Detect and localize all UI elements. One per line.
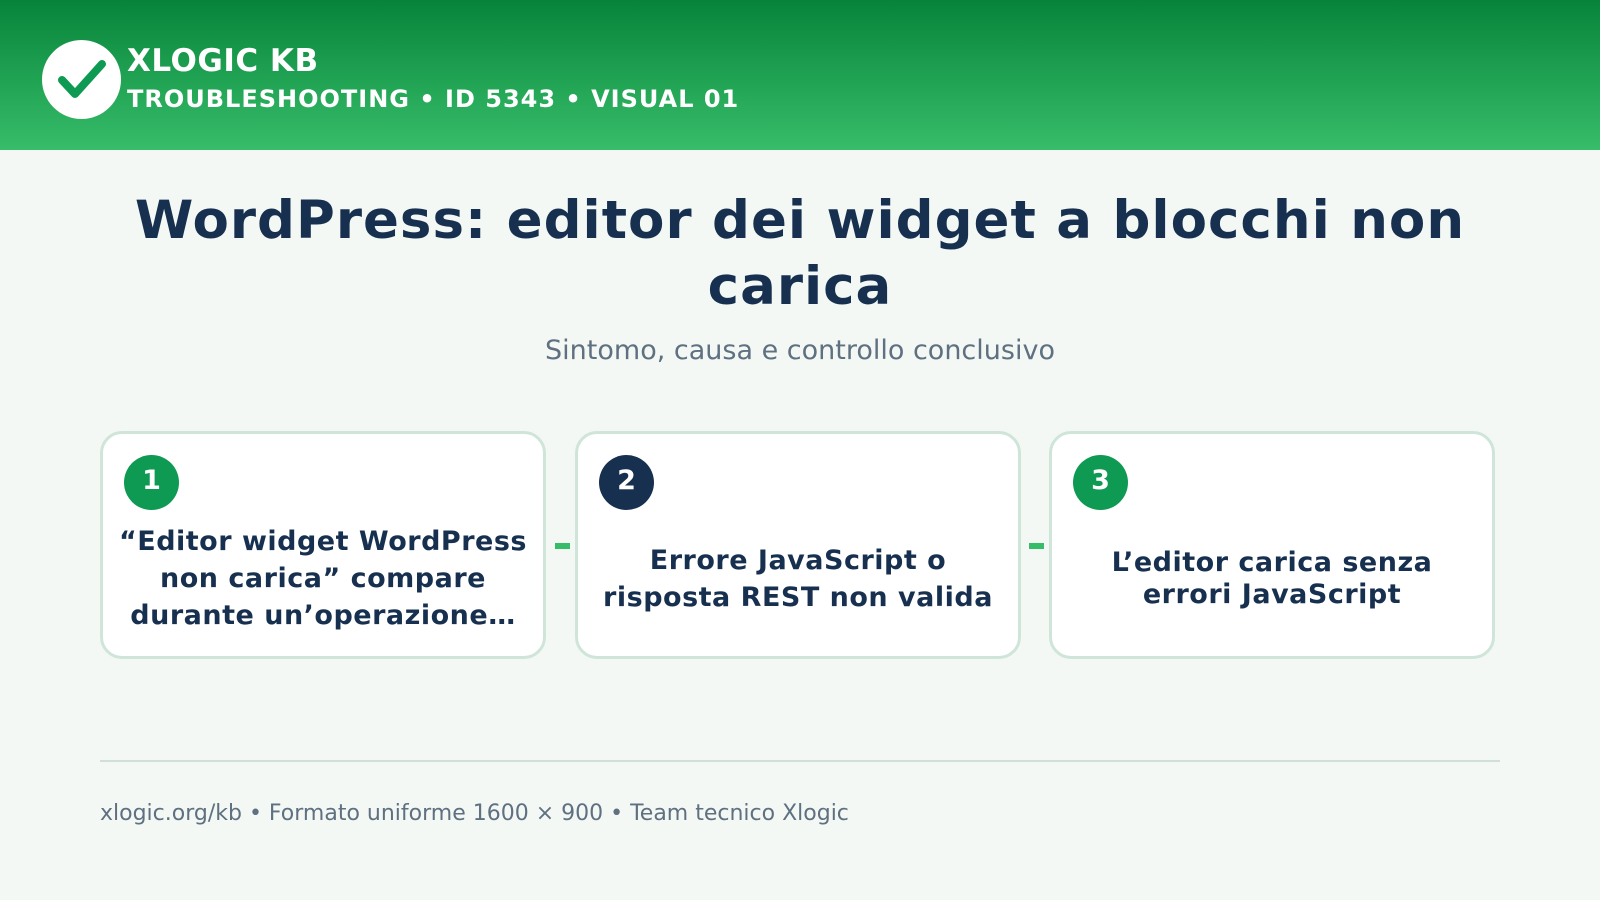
footer-divider [100, 760, 1500, 762]
brand-name: XLOGIC KB [127, 43, 319, 79]
step-card-symptom: 1 “Editor widget WordPress non carica” c… [100, 431, 546, 659]
footer-text: xlogic.org/kb • Formato uniforme 1600 × … [100, 801, 849, 826]
step-card-check: 3 L’editor carica senza errori JavaScrip… [1049, 431, 1495, 659]
step-connector [1029, 543, 1044, 549]
step-number-badge: 1 [124, 455, 179, 510]
step-text: L’editor carica senza errori JavaScript [1111, 547, 1433, 610]
page-subtitle: Sintomo, causa e controllo conclusivo [545, 335, 1055, 366]
step-connector [555, 543, 570, 549]
header-banner: XLOGIC KB TROUBLESHOOTING • ID 5343 • VI… [0, 0, 1600, 150]
checkmark-icon [58, 60, 106, 98]
step-text: Errore JavaScript o risposta REST non va… [603, 545, 993, 613]
step-text: “Editor widget WordPress non carica” com… [119, 526, 527, 631]
brand-subtitle: TROUBLESHOOTING • ID 5343 • VISUAL 01 [127, 85, 740, 113]
step-number-badge: 3 [1073, 455, 1128, 510]
page-title: WordPress: editor dei widget a blocchi n… [134, 190, 1466, 317]
step-number-badge: 2 [599, 455, 654, 510]
step-card-cause: 2 Errore JavaScript o risposta REST non … [575, 431, 1021, 659]
brand-logo [42, 40, 121, 119]
